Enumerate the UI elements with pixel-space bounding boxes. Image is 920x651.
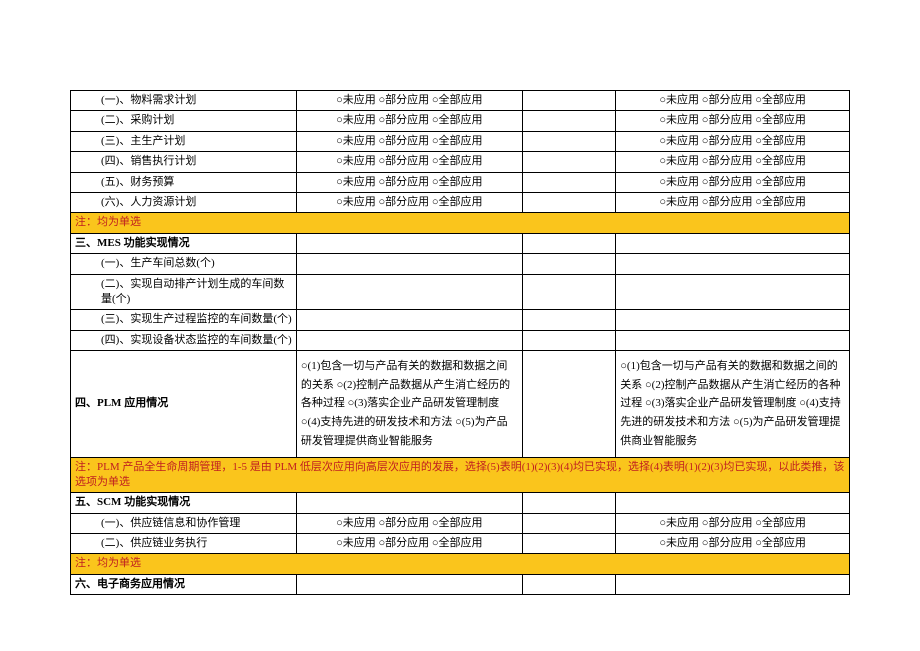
spacer — [522, 172, 615, 192]
cell — [522, 274, 615, 310]
row-label: (四)、实现设备状态监控的车间数量(个) — [71, 330, 297, 350]
row-label: (三)、实现生产过程监控的车间数量(个) — [71, 310, 297, 330]
option-group[interactable]: ○未应用 ○部分应用 ○全部应用 — [296, 534, 522, 554]
option-group[interactable]: ○未应用 ○部分应用 ○全部应用 — [616, 131, 850, 151]
cell — [296, 233, 522, 253]
cell — [522, 330, 615, 350]
section-header: 六、电子商务应用情况 — [71, 574, 297, 594]
input-cell[interactable] — [616, 274, 850, 310]
spacer — [522, 91, 615, 111]
option-group[interactable]: ○未应用 ○部分应用 ○全部应用 — [296, 172, 522, 192]
spacer — [522, 152, 615, 172]
option-group[interactable]: ○未应用 ○部分应用 ○全部应用 — [616, 513, 850, 533]
option-group[interactable]: ○未应用 ○部分应用 ○全部应用 — [616, 111, 850, 131]
cell — [616, 233, 850, 253]
row-label: (二)、实现自动排产计划生成的车间数量(个) — [71, 274, 297, 310]
section-header: 三、MES 功能实现情况 — [71, 233, 297, 253]
input-cell[interactable] — [616, 310, 850, 330]
note-row: 注：均为单选 — [71, 554, 850, 574]
spacer — [522, 192, 615, 212]
cell — [522, 254, 615, 274]
cell — [522, 310, 615, 330]
cell — [522, 574, 615, 594]
input-cell[interactable] — [616, 330, 850, 350]
option-group[interactable]: ○未应用 ○部分应用 ○全部应用 — [296, 513, 522, 533]
row-label: (二)、供应链业务执行 — [71, 534, 297, 554]
cell — [616, 574, 850, 594]
plm-options-right[interactable]: ○(1)包含一切与产品有关的数据和数据之间的关系 ○(2)控制产品数据从产生消亡… — [616, 351, 850, 457]
plm-options-left[interactable]: ○(1)包含一切与产品有关的数据和数据之间的关系 ○(2)控制产品数据从产生消亡… — [296, 351, 522, 457]
row-label: (六)、人力资源计划 — [71, 192, 297, 212]
option-group[interactable]: ○未应用 ○部分应用 ○全部应用 — [616, 152, 850, 172]
spacer — [522, 131, 615, 151]
form-table: (一)、物料需求计划○未应用 ○部分应用 ○全部应用○未应用 ○部分应用 ○全部… — [70, 90, 850, 595]
row-label: (一)、供应链信息和协作管理 — [71, 513, 297, 533]
row-label: (一)、物料需求计划 — [71, 91, 297, 111]
row-label: (五)、财务预算 — [71, 172, 297, 192]
cell — [296, 574, 522, 594]
section-header: 五、SCM 功能实现情况 — [71, 493, 297, 513]
spacer — [522, 513, 615, 533]
row-label: (三)、主生产计划 — [71, 131, 297, 151]
cell — [522, 493, 615, 513]
input-cell[interactable] — [296, 310, 522, 330]
row-label: (二)、采购计划 — [71, 111, 297, 131]
note-row: 注：PLM 产品全生命周期管理，1-5 是由 PLM 低层次应用向高层次应用的发… — [71, 457, 850, 493]
option-group[interactable]: ○未应用 ○部分应用 ○全部应用 — [616, 534, 850, 554]
option-group[interactable]: ○未应用 ○部分应用 ○全部应用 — [296, 131, 522, 151]
input-cell[interactable] — [296, 330, 522, 350]
spacer — [522, 534, 615, 554]
input-cell[interactable] — [296, 254, 522, 274]
option-group[interactable]: ○未应用 ○部分应用 ○全部应用 — [296, 111, 522, 131]
input-cell[interactable] — [296, 274, 522, 310]
input-cell[interactable] — [616, 254, 850, 274]
cell — [296, 493, 522, 513]
spacer — [522, 111, 615, 131]
section-header: 四、PLM 应用情况 — [71, 351, 297, 457]
option-group[interactable]: ○未应用 ○部分应用 ○全部应用 — [616, 91, 850, 111]
row-label: (一)、生产车间总数(个) — [71, 254, 297, 274]
option-group[interactable]: ○未应用 ○部分应用 ○全部应用 — [296, 192, 522, 212]
option-group[interactable]: ○未应用 ○部分应用 ○全部应用 — [616, 172, 850, 192]
row-label: (四)、销售执行计划 — [71, 152, 297, 172]
cell — [522, 233, 615, 253]
option-group[interactable]: ○未应用 ○部分应用 ○全部应用 — [296, 91, 522, 111]
note-row: 注：均为单选 — [71, 213, 850, 233]
option-group[interactable]: ○未应用 ○部分应用 ○全部应用 — [296, 152, 522, 172]
cell — [616, 493, 850, 513]
cell — [522, 351, 615, 457]
option-group[interactable]: ○未应用 ○部分应用 ○全部应用 — [616, 192, 850, 212]
